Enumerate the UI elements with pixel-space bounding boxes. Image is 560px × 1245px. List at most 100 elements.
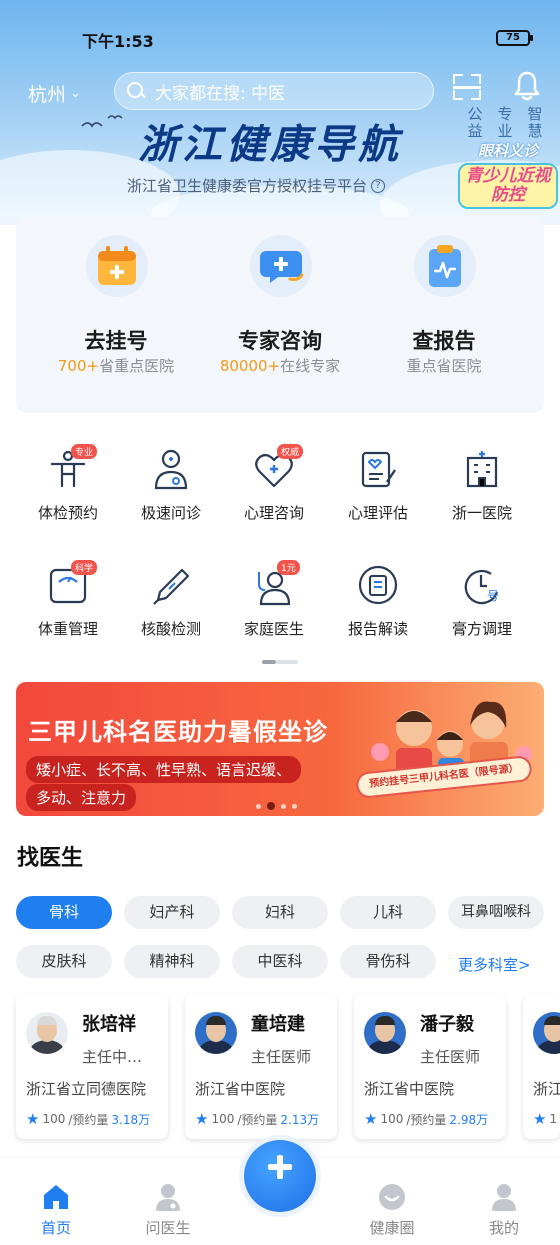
chip-department[interactable]: 妇科 bbox=[232, 896, 328, 929]
register-fab-button[interactable] bbox=[244, 1140, 316, 1212]
service-nucleic-test[interactable]: 核酸检测 bbox=[119, 564, 223, 639]
service-label: 核酸检测 bbox=[140, 620, 201, 638]
brand-title: 浙江健康导航 bbox=[138, 121, 402, 168]
service-label: 体重管理 bbox=[37, 620, 98, 638]
doctor-icon bbox=[153, 1182, 183, 1212]
service-quick-consult[interactable]: 极速问诊 bbox=[119, 448, 223, 523]
chip-department[interactable]: 儿科 bbox=[340, 896, 436, 929]
quick-title: 查报告 bbox=[412, 329, 476, 353]
doctor-card[interactable]: 浙江 ★ 1 bbox=[523, 994, 560, 1139]
chip-department[interactable]: 精神科 bbox=[124, 945, 220, 978]
service-weight[interactable]: 科学 体重管理 bbox=[16, 560, 120, 639]
tab-label: 问医生 bbox=[145, 1219, 191, 1237]
doctor-hospital: 浙江省中医院 bbox=[364, 1080, 455, 1098]
scan-icon[interactable] bbox=[451, 72, 483, 102]
doctor-name: 潘子毅 bbox=[420, 1014, 474, 1035]
doctor-title: 主任中… bbox=[82, 1048, 143, 1066]
heart-plus-icon: 权威 bbox=[253, 444, 304, 490]
city-label: 杭州 bbox=[28, 84, 67, 106]
report-read-icon bbox=[357, 564, 399, 606]
assessment-icon bbox=[357, 448, 399, 490]
service-label: 报告解读 bbox=[347, 620, 408, 638]
service-psych-consult[interactable]: 权威 心理咨询 bbox=[222, 444, 326, 523]
quick-desc: 700+省重点医院 bbox=[57, 357, 175, 375]
quick-check-report[interactable]: 查报告 重点省医院 bbox=[356, 217, 532, 413]
doctor-card[interactable]: 张培祥 主任中… 浙江省立同德医院 ★ 100/预约量 3.18万 bbox=[16, 994, 168, 1139]
avatar bbox=[533, 1012, 560, 1054]
service-family-doctor[interactable]: 1元 家庭医生 bbox=[222, 560, 326, 639]
family-doctor-icon: 1元 bbox=[253, 560, 300, 606]
help-icon[interactable]: ? bbox=[371, 178, 386, 193]
service-label: 浙一医院 bbox=[451, 504, 512, 522]
service-label: 家庭医生 bbox=[243, 620, 304, 638]
quick-register[interactable]: 去挂号 700+省重点医院 bbox=[28, 217, 204, 413]
bell-icon[interactable] bbox=[512, 70, 542, 102]
quick-desc: 80000+在线专家 bbox=[219, 357, 341, 375]
search-input[interactable]: 大家都在搜: 中医 bbox=[114, 72, 434, 110]
service-tag: 权威 bbox=[277, 444, 304, 459]
doctor-name: 童培建 bbox=[251, 1014, 305, 1035]
quick-title: 专家咨询 bbox=[238, 329, 322, 353]
clock-number-icon: 号 bbox=[461, 564, 503, 606]
subtitle-text: 浙江省卫生健康委官方授权挂号平台 bbox=[127, 177, 368, 195]
pager-dot bbox=[281, 803, 286, 809]
service-body-check[interactable]: 专业 体检预约 bbox=[16, 444, 120, 523]
chip-department[interactable]: 耳鼻咽喉科 bbox=[448, 896, 544, 929]
clipboard-report-icon bbox=[429, 245, 461, 287]
service-psych-assess[interactable]: 心理评估 bbox=[326, 448, 430, 523]
doctor-card[interactable]: 童培建 主任医师 浙江省中医院 ★ 100/预约量 2.13万 bbox=[185, 994, 337, 1139]
avatar bbox=[364, 1012, 406, 1054]
hospital-icon bbox=[461, 448, 503, 490]
banner-pager bbox=[256, 802, 297, 810]
service-tag: 科学 bbox=[71, 560, 98, 575]
scale-icon: 科学 bbox=[47, 560, 98, 606]
tab-label: 健康圈 bbox=[369, 1219, 415, 1237]
banner-line2: 多动、注意力 bbox=[26, 784, 137, 811]
tab-ask-doctor[interactable]: 问医生 bbox=[128, 1158, 208, 1238]
banner-line1: 矮小症、长不高、性早熟、语言迟缓、 bbox=[26, 756, 302, 783]
battery-icon: 75 bbox=[496, 30, 533, 46]
chip-department[interactable]: 皮肤科 bbox=[16, 945, 112, 978]
service-label: 极速问诊 bbox=[140, 504, 201, 522]
star-icon: ★ bbox=[364, 1110, 378, 1128]
svg-text:号: 号 bbox=[487, 589, 499, 603]
quick-title: 去挂号 bbox=[84, 329, 148, 353]
promo-line2: 青少儿近视防控 bbox=[458, 163, 558, 209]
side-label: 智慧 bbox=[527, 105, 543, 140]
service-paste-therapy[interactable]: 号 膏方调理 bbox=[430, 564, 534, 639]
doctor-title: 主任医师 bbox=[251, 1048, 312, 1066]
side-label: 专业 bbox=[497, 105, 513, 140]
city-selector[interactable]: 杭州 ⌄ bbox=[28, 80, 81, 107]
doctor-meta: ★ 100/预约量 3.18万 bbox=[26, 1110, 151, 1128]
side-label: 公益 bbox=[467, 105, 483, 140]
service-report-read[interactable]: 报告解读 bbox=[326, 564, 430, 639]
doctor-card[interactable]: 潘子毅 主任医师 浙江省中医院 ★ 100/预约量 2.98万 bbox=[354, 994, 506, 1139]
promo-line1: 眼科义诊 bbox=[477, 142, 538, 160]
tab-label: 首页 bbox=[40, 1219, 71, 1237]
service-label: 心理评估 bbox=[347, 504, 408, 522]
doctor-name: 张培祥 bbox=[82, 1014, 136, 1035]
star-icon: ★ bbox=[26, 1110, 40, 1128]
find-doctor-title: 找医生 bbox=[17, 846, 84, 871]
chip-department[interactable]: 妇产科 bbox=[124, 896, 220, 929]
promo-badge[interactable]: 眼科义诊 青少儿近视防控 bbox=[458, 140, 558, 209]
doctor-hospital: 浙江省立同德医院 bbox=[26, 1080, 147, 1098]
chip-department[interactable]: 中医科 bbox=[232, 945, 328, 978]
star-icon: ★ bbox=[533, 1110, 547, 1128]
service-zheyi-hospital[interactable]: 浙一医院 bbox=[430, 448, 534, 523]
promo-banner[interactable]: 三甲儿科名医助力暑假坐诊 矮小症、长不高、性早熟、语言迟缓、 多动、注意力 预约… bbox=[16, 682, 544, 816]
more-departments-link[interactable]: 更多科室> bbox=[458, 954, 531, 975]
doctor-hospital: 浙江 bbox=[533, 1080, 560, 1098]
quick-expert-consult[interactable]: 专家咨询 80000+在线专家 bbox=[192, 217, 368, 413]
service-label: 体检预约 bbox=[37, 504, 98, 522]
doctor-meta: ★ 100/预约量 2.13万 bbox=[195, 1110, 320, 1128]
service-label: 心理咨询 bbox=[243, 504, 304, 522]
tab-health-circle[interactable]: 健康圈 bbox=[352, 1158, 432, 1238]
tab-home[interactable]: 首页 bbox=[16, 1158, 96, 1238]
test-swab-icon bbox=[150, 564, 192, 606]
tab-profile[interactable]: 我的 bbox=[464, 1158, 544, 1238]
chip-department[interactable]: 骨伤科 bbox=[340, 945, 436, 978]
quick-desc: 重点省医院 bbox=[406, 357, 482, 375]
fab-label: 挂号 bbox=[264, 1215, 295, 1233]
chip-department[interactable]: 骨科 bbox=[16, 896, 112, 929]
